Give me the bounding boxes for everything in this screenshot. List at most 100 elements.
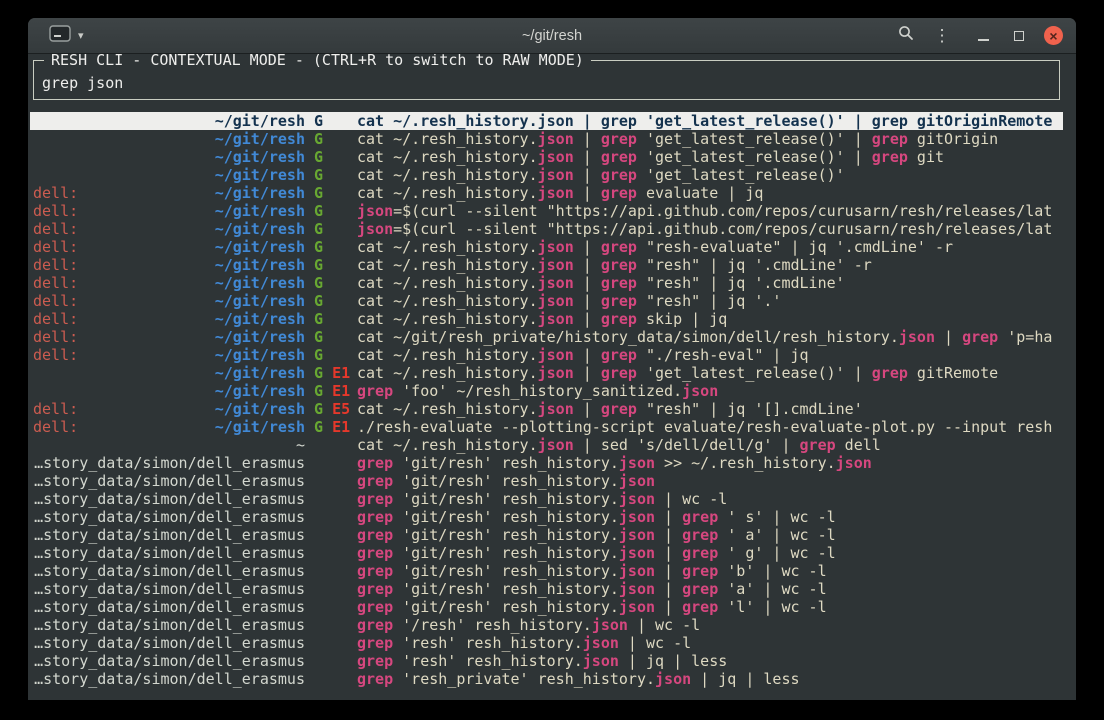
git-exit-flags — [305, 526, 357, 544]
search-button[interactable] — [893, 23, 919, 49]
history-row[interactable]: …story_data/simon/dell_erasmus grep 'res… — [33, 652, 1060, 670]
directory-label: ~/git/resh — [215, 418, 305, 436]
titlebar[interactable]: ~/git/resh ▾ ⋮ — [28, 18, 1076, 54]
history-row[interactable]: …story_data/simon/dell_erasmus grep 'git… — [33, 598, 1060, 616]
history-row[interactable]: …story_data/simon/dell_erasmus grep 'res… — [33, 670, 1060, 688]
history-row[interactable]: ~/git/resh G E1 grep 'foo' ~/resh_histor… — [33, 382, 1060, 400]
host-label: dell: — [33, 346, 78, 364]
history-row[interactable]: dell:~/git/resh G cat ~/.resh_history.js… — [33, 346, 1060, 364]
history-row[interactable]: …story_data/simon/dell_erasmus grep 'git… — [33, 490, 1060, 508]
history-row[interactable]: …story_data/simon/dell_erasmus grep 'git… — [33, 580, 1060, 598]
directory-label: …story_data/simon/dell_erasmus — [34, 616, 305, 634]
close-button[interactable]: × — [1044, 26, 1063, 45]
command-text: cat ~/.resh_history.json | grep 'get_lat… — [357, 166, 1060, 184]
resh-search-box: RESH CLI - CONTEXTUAL MODE - (CTRL+R to … — [33, 60, 1060, 100]
history-row[interactable]: dell:~/git/resh G cat ~/.resh_history.js… — [33, 292, 1060, 310]
history-row[interactable]: dell:~/git/resh G E1 ./resh-evaluate --p… — [33, 418, 1060, 436]
context-column: ~/git/resh — [33, 130, 305, 148]
command-text: cat ~/.resh_history.json | grep "resh-ev… — [357, 238, 1060, 256]
history-row[interactable]: dell:~/git/resh G cat ~/.resh_history.js… — [33, 310, 1060, 328]
directory-label: ~/git/resh — [215, 382, 305, 400]
history-row[interactable]: dell:~/git/resh G cat ~/git/resh_private… — [33, 328, 1060, 346]
history-row[interactable]: dell:~/git/resh G cat ~/.resh_history.js… — [33, 274, 1060, 292]
history-row[interactable]: dell:~/git/resh G E5 cat ~/.resh_history… — [33, 400, 1060, 418]
restore-icon — [1014, 31, 1024, 41]
context-column: dell:~/git/resh — [33, 256, 305, 274]
history-row[interactable]: ~/git/resh G E1 cat ~/.resh_history.json… — [33, 364, 1060, 382]
command-text: cat ~/.resh_history.json | sed 's/dell/d… — [357, 436, 1060, 454]
history-row[interactable]: …story_data/simon/dell_erasmus grep 'git… — [33, 544, 1060, 562]
context-column: …story_data/simon/dell_erasmus — [33, 634, 305, 652]
command-text: grep 'git/resh' resh_history.json | wc -… — [357, 490, 1060, 508]
history-row[interactable]: ~/git/resh G cat ~/.resh_history.json | … — [33, 166, 1060, 184]
git-exit-flags: G E1 — [305, 418, 357, 436]
history-row[interactable]: dell:~/git/resh G json=$(curl --silent "… — [33, 202, 1060, 220]
git-exit-flags: G — [305, 274, 357, 292]
history-row[interactable]: dell:~/git/resh G cat ~/.resh_history.js… — [33, 184, 1060, 202]
kebab-menu-icon: ⋮ — [934, 27, 951, 44]
directory-label: …story_data/simon/dell_erasmus — [34, 652, 305, 670]
git-exit-flags: G E1 — [305, 382, 357, 400]
directory-label: …story_data/simon/dell_erasmus — [34, 544, 305, 562]
history-row[interactable]: ~/git/resh G cat ~/.resh_history.json | … — [33, 148, 1060, 166]
context-column: dell:~/git/resh — [33, 292, 305, 310]
directory-label: …story_data/simon/dell_erasmus — [34, 634, 305, 652]
git-exit-flags: G — [305, 130, 357, 148]
history-row[interactable]: …story_data/simon/dell_erasmus grep 'git… — [33, 526, 1060, 544]
git-exit-flags: G — [305, 112, 357, 130]
host-label: dell: — [33, 310, 78, 328]
history-row[interactable]: ~/git/resh G cat ~/.resh_history.json | … — [30, 112, 1063, 130]
history-row[interactable]: …story_data/simon/dell_erasmus grep 'git… — [33, 472, 1060, 490]
restore-button[interactable] — [1006, 23, 1032, 49]
host-label: dell: — [33, 400, 78, 418]
history-row[interactable]: …story_data/simon/dell_erasmus grep '/re… — [33, 616, 1060, 634]
context-column: ~/git/resh — [33, 148, 305, 166]
git-exit-flags — [305, 580, 357, 598]
menu-button[interactable]: ⋮ — [929, 23, 955, 49]
history-row[interactable]: ~ cat ~/.resh_history.json | sed 's/dell… — [33, 436, 1060, 454]
directory-label: ~/git/resh — [215, 292, 305, 310]
history-row[interactable]: …story_data/simon/dell_erasmus grep 'git… — [33, 508, 1060, 526]
directory-label: ~/git/resh — [215, 310, 305, 328]
command-text: grep 'foo' ~/resh_history_sanitized.json — [357, 382, 1060, 400]
git-exit-flags — [305, 472, 357, 490]
history-row[interactable]: …story_data/simon/dell_erasmus grep 'res… — [33, 634, 1060, 652]
context-column: …story_data/simon/dell_erasmus — [33, 508, 305, 526]
git-exit-flags — [305, 544, 357, 562]
history-row[interactable]: dell:~/git/resh G cat ~/.resh_history.js… — [33, 256, 1060, 274]
host-label: dell: — [33, 238, 78, 256]
terminal-tab-icon — [49, 25, 71, 47]
search-icon — [898, 25, 914, 46]
context-column: dell:~/git/resh — [33, 202, 305, 220]
directory-label: …story_data/simon/dell_erasmus — [34, 508, 305, 526]
context-column: ~ — [33, 436, 305, 454]
history-list: ~/git/resh G cat ~/.resh_history.json | … — [33, 112, 1060, 688]
directory-label: ~/git/resh — [215, 274, 305, 292]
command-text: cat ~/.resh_history.json | grep 'get_lat… — [357, 130, 1060, 148]
history-row[interactable]: …story_data/simon/dell_erasmus grep 'git… — [33, 562, 1060, 580]
command-text: json=$(curl --silent "https://api.github… — [357, 220, 1060, 238]
history-row[interactable]: dell:~/git/resh G json=$(curl --silent "… — [33, 220, 1060, 238]
history-row[interactable]: dell:~/git/resh G cat ~/.resh_history.js… — [33, 238, 1060, 256]
git-exit-flags: G — [305, 166, 357, 184]
command-text: grep 'git/resh' resh_history.json | grep… — [357, 526, 1060, 544]
git-exit-flags: G E1 — [305, 364, 357, 382]
directory-label: ~/git/resh — [215, 346, 305, 364]
directory-label: ~/git/resh — [215, 400, 305, 418]
context-column: …story_data/simon/dell_erasmus — [33, 598, 305, 616]
history-row[interactable]: ~/git/resh G cat ~/.resh_history.json | … — [33, 130, 1060, 148]
context-column: …story_data/simon/dell_erasmus — [33, 490, 305, 508]
command-text: grep 'resh_private' resh_history.json | … — [357, 670, 1060, 688]
command-text: cat ~/.resh_history.json | grep skip | j… — [357, 310, 1060, 328]
directory-label: ~/git/resh — [215, 184, 305, 202]
context-column: dell: ~/git/resh — [33, 346, 305, 364]
command-text: cat ~/.resh_history.json | grep 'get_lat… — [357, 148, 1060, 166]
context-column: dell: ~/git/resh — [33, 400, 305, 418]
context-column: …story_data/simon/dell_erasmus — [33, 526, 305, 544]
command-text: cat ~/git/resh_private/history_data/simo… — [357, 328, 1060, 346]
tab-switcher-button[interactable]: ▾ — [43, 22, 90, 50]
history-row[interactable]: …story_data/simon/dell_erasmus grep 'git… — [33, 454, 1060, 472]
minimize-button[interactable] — [970, 23, 996, 49]
search-query-input[interactable]: grep json — [42, 74, 1051, 92]
directory-label: ~/git/resh — [215, 202, 305, 220]
